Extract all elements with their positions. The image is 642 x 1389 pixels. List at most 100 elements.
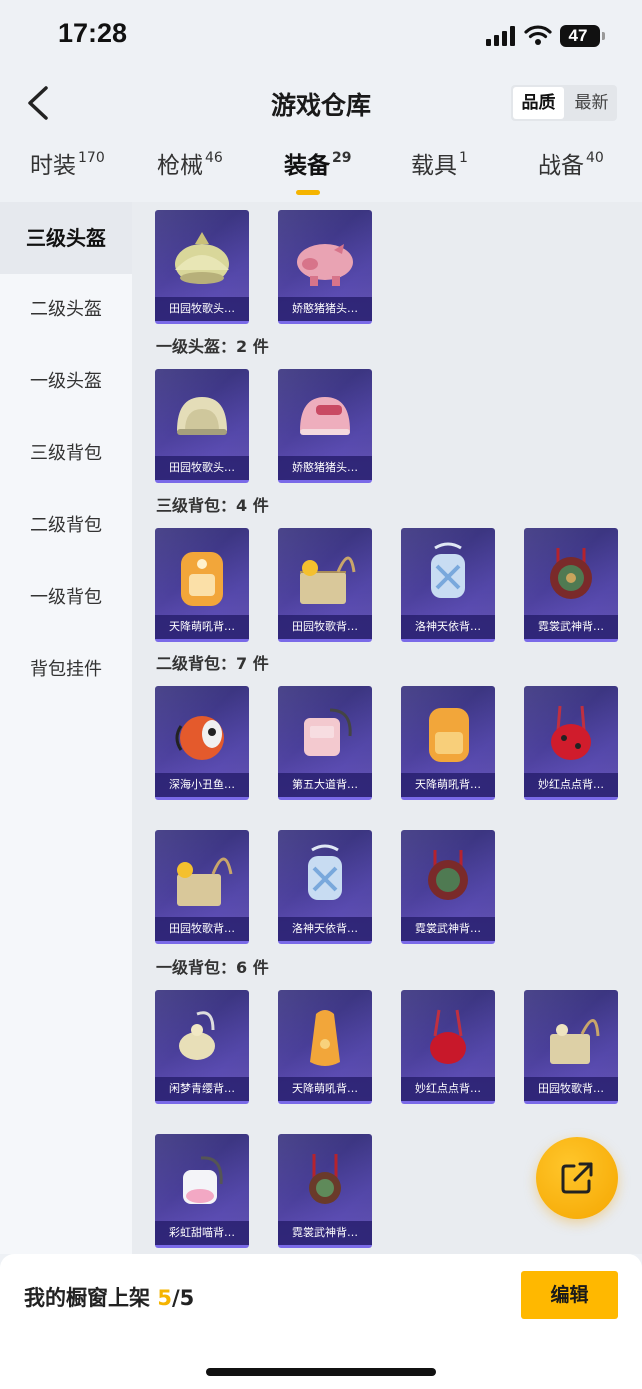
tab-count: 29 [332,150,352,166]
backpack-icon [308,844,342,900]
tab-label: 时装 [30,153,76,179]
sidebar-item-lvl2-backpack[interactable]: 二级背包 [0,490,132,562]
item-label: 霓裳武神背… [401,917,495,941]
section-title: 一级背包：6 件 [156,958,269,977]
item-card[interactable]: 娇憨猪猪头… [278,210,372,324]
edit-button[interactable]: 编辑 [521,1271,618,1319]
item-label: 天降萌吼背… [278,1077,372,1101]
sort-toggle[interactable]: 品质 最新 [511,85,617,121]
backpack-icon [179,1011,215,1060]
backpack-icon [551,705,591,760]
showcase-status: 我的橱窗上架 5/5 [24,1282,194,1312]
item-card[interactable]: 田园牧歌头… [155,369,249,483]
backpack-icon [183,1156,223,1204]
sidebar-item-lvl3-backpack[interactable]: 三级背包 [0,418,132,490]
item-card[interactable]: 闲梦青缨背… [155,990,249,1104]
tab-label: 战备 [538,153,584,179]
sidebar-item-lvl1-backpack[interactable]: 一级背包 [0,562,132,634]
tab-equipment[interactable]: 装备 29 [284,146,351,196]
tab-count: 1 [459,150,468,166]
item-label: 田园牧歌头… [155,456,249,480]
item-card[interactable]: 天降萌吼背… [155,528,249,642]
item-label: 妙红点点背… [524,773,618,797]
showcase-current: 5 [157,1286,172,1310]
item-card[interactable]: 田园牧歌背… [155,830,249,944]
item-card[interactable]: 霓裳武神背… [524,528,618,642]
item-label: 天降萌吼背… [155,615,249,639]
item-label: 霓裳武神背… [524,615,618,639]
sidebar-item-lvl2-helmet[interactable]: 二级头盔 [0,274,132,346]
share-out-icon [561,1162,593,1194]
section-title: 三级背包：4 件 [156,496,269,515]
backpack-icon [175,716,224,760]
item-label: 洛神天依背… [401,615,495,639]
item-label: 霓裳武神背… [278,1221,372,1245]
sidebar-item-lvl3-helmet[interactable]: 三级头盔 [0,202,132,274]
backpack-icon [304,708,352,756]
tab-count: 46 [205,150,223,166]
item-label: 妙红点点背… [401,1077,495,1101]
item-card[interactable]: 霓裳武神背… [401,830,495,944]
tab-count: 170 [78,150,105,166]
item-label: 娇憨猪猪头… [278,297,372,321]
item-card[interactable]: 洛神天依背… [278,830,372,944]
helmet-icon [297,244,353,286]
item-label: 田园牧歌背… [155,917,249,941]
helmet-icon [177,397,227,435]
item-label: 天降萌吼背… [401,773,495,797]
tab-label: 装备 [284,153,330,179]
backpack-icon [429,708,469,762]
item-card[interactable]: 第五大道背… [278,686,372,800]
home-indicator [206,1368,436,1376]
item-card[interactable]: 田园牧歌头… [155,210,249,324]
item-label: 田园牧歌背… [278,615,372,639]
tab-vehicles[interactable]: 载具 1 [411,146,468,196]
showcase-label: 我的橱窗上架 [24,1286,150,1310]
item-label: 闲梦青缨背… [155,1077,249,1101]
item-grid: 田园牧歌头… 娇憨猪猪头… 一级头盔：2 件 田园牧歌头… 娇憨猪猪头… 三级背… [132,202,642,1254]
sort-option-latest[interactable]: 最新 [566,85,617,121]
share-button[interactable] [536,1137,618,1219]
backpack-icon [550,1019,600,1064]
status-bar: 17:28 47 [0,0,642,70]
item-label: 娇憨猪猪头… [278,456,372,480]
item-label: 洛神天依背… [278,917,372,941]
item-card[interactable]: 霓裳武神背… [278,1134,372,1248]
status-time: 17:28 [58,18,128,48]
sort-option-quality[interactable]: 品质 [513,87,564,119]
item-card[interactable]: 妙红点点背… [524,686,618,800]
backpack-icon [300,556,356,604]
backpack-icon [430,1009,466,1064]
item-card[interactable]: 深海小丑鱼… [155,686,249,800]
battery-icon: 47 [560,25,605,47]
item-label: 第五大道背… [278,773,372,797]
tab-label: 载具 [411,153,457,179]
item-label: 彩虹甜喵背… [155,1221,249,1245]
wifi-icon [524,25,552,45]
item-card[interactable]: 天降萌吼背… [278,990,372,1104]
backpack-icon [550,548,592,599]
item-card[interactable]: 彩虹甜喵背… [155,1134,249,1248]
item-label: 田园牧歌背… [524,1077,618,1101]
item-card[interactable]: 娇憨猪猪头… [278,369,372,483]
battery-level: 47 [568,26,588,45]
backpack-icon [310,1010,340,1066]
tab-label: 枪械 [157,153,203,179]
item-card[interactable]: 妙红点点背… [401,990,495,1104]
tab-firearms[interactable]: 枪械 46 [157,146,223,196]
helmet-icon [175,232,229,284]
sidebar-item-backpack-charm[interactable]: 背包挂件 [0,634,132,706]
backpack-icon [428,850,468,900]
tab-indicator [296,190,320,195]
sidebar-item-lvl1-helmet[interactable]: 一级头盔 [0,346,132,418]
item-label: 深海小丑鱼… [155,773,249,797]
category-tabs: 时装 170 枪械 46 装备 29 载具 1 战备 40 [0,146,642,200]
item-card[interactable]: 洛神天依背… [401,528,495,642]
item-card[interactable]: 天降萌吼背… [401,686,495,800]
item-card[interactable]: 田园牧歌背… [524,990,618,1104]
item-card[interactable]: 田园牧歌背… [278,528,372,642]
backpack-icon [181,552,223,606]
tab-combat-gear[interactable]: 战备 40 [538,146,604,196]
backpack-icon [309,1154,341,1204]
tab-fashion[interactable]: 时装 170 [30,146,105,196]
